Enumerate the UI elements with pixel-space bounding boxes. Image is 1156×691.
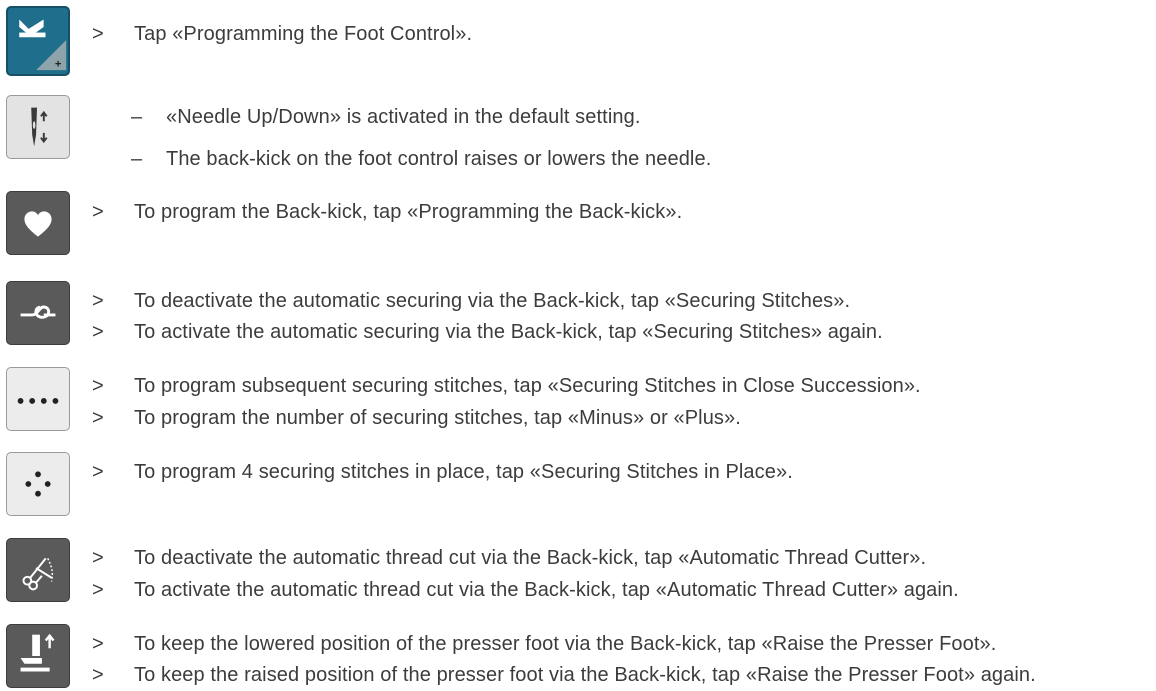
- instruction-line: > To program 4 securing stitches in place…: [92, 459, 793, 485]
- step-marker: >: [92, 375, 104, 397]
- instruction-line: > To activate the automatic thread cut vi…: [92, 577, 959, 603]
- step-marker: >: [92, 579, 104, 601]
- note-marker: –: [131, 148, 143, 170]
- note-marker: –: [131, 106, 143, 128]
- back-kick-heart-icon[interactable]: [6, 191, 70, 255]
- instruction-text: To keep the raised position of the press…: [134, 664, 1036, 686]
- instruction-line: > To keep the lowered position of the pre…: [92, 631, 996, 657]
- instruction-line: > To deactivate the automatic thread cut …: [92, 545, 926, 571]
- instruction-text: To activate the automatic thread cut via…: [134, 579, 959, 601]
- step-marker: >: [92, 407, 104, 429]
- instruction-line: > Tap «Programming the Foot Control».: [92, 21, 472, 47]
- instruction-line: > To program the Back-kick, tap «Programm…: [92, 199, 682, 225]
- step-marker: >: [92, 461, 104, 483]
- instruction-text: Tap «Programming the Foot Control».: [134, 23, 473, 45]
- step-marker: >: [92, 633, 104, 655]
- instruction-text: To program 4 securing stitches in place,…: [134, 461, 793, 483]
- needle-up-down-icon[interactable]: [6, 95, 70, 159]
- thread-cutter-icon[interactable]: [6, 538, 70, 602]
- note-line: – The back-kick on the foot control raise…: [131, 146, 711, 172]
- note-line: – «Needle Up/Down» is activated in the de…: [131, 104, 640, 130]
- instruction-line: > To activate the automatic securing via …: [92, 319, 883, 345]
- svg-text:+: +: [55, 58, 62, 70]
- step-marker: >: [92, 547, 104, 569]
- instruction-text: To program the number of securing stitch…: [134, 407, 741, 429]
- instruction-line: > To program subsequent securing stitches…: [92, 373, 921, 399]
- instruction-text: To keep the lowered position of the pres…: [134, 633, 997, 655]
- instruction-line: > To keep the raised position of the pres…: [92, 662, 1036, 688]
- instruction-text: To program subsequent securing stitches,…: [134, 375, 921, 397]
- note-text: The back-kick on the foot control raises…: [166, 148, 712, 170]
- instruction-text: To activate the automatic securing via t…: [134, 321, 883, 343]
- instruction-line: > To program the number of securing stitc…: [92, 405, 741, 431]
- securing-stitches-succession-icon[interactable]: [6, 367, 70, 431]
- securing-stitches-icon[interactable]: [6, 281, 70, 345]
- step-marker: >: [92, 23, 104, 45]
- instruction-text: To deactivate the automatic thread cut v…: [134, 547, 927, 569]
- programming-foot-control-icon[interactable]: +: [6, 6, 70, 76]
- step-marker: >: [92, 290, 104, 312]
- step-marker: >: [92, 201, 104, 223]
- step-marker: >: [92, 664, 104, 686]
- instruction-line: > To deactivate the automatic securing vi…: [92, 288, 850, 314]
- raise-presser-foot-icon[interactable]: [6, 624, 70, 688]
- note-text: «Needle Up/Down» is activated in the def…: [166, 106, 641, 128]
- instruction-text: To deactivate the automatic securing via…: [134, 290, 851, 312]
- instruction-text: To program the Back-kick, tap «Programmi…: [134, 201, 683, 223]
- step-marker: >: [92, 321, 104, 343]
- securing-stitches-in-place-icon[interactable]: [6, 452, 70, 516]
